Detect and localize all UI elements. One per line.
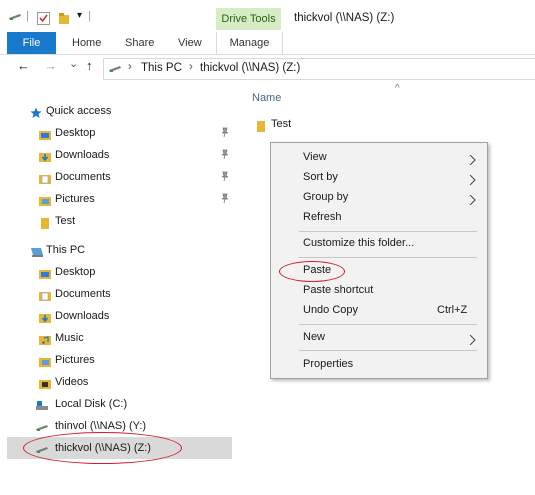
menu-item-label: Customize this folder... (303, 237, 415, 249)
toolbar-separator: | (26, 10, 29, 22)
breadcrumb-thickvol[interactable]: thickvol (\\NAS) (Z:) (200, 62, 300, 74)
pin-icon (220, 171, 230, 182)
menu-item-properties[interactable]: Properties (271, 354, 487, 374)
nav-label: Pictures (55, 354, 95, 366)
desktop-folder-icon (39, 266, 51, 279)
menu-separator (299, 231, 477, 232)
nav-label: Music (55, 332, 84, 344)
ribbon-tabs: File Home Share View Manage (0, 32, 535, 55)
title-bar: | ▾ | Drive Tools thickvol (\\NAS) (Z:) (0, 0, 535, 32)
toolbar-separator-2: | (88, 10, 91, 22)
annotation-circle-paste (279, 261, 345, 282)
star-icon (30, 105, 42, 118)
window-title: thickvol (\\NAS) (Z:) (294, 12, 395, 24)
menu-item-view[interactable]: View (271, 147, 487, 167)
breadcrumb-separator: › (128, 61, 132, 73)
menu-separator (299, 324, 477, 325)
tab-view[interactable]: View (178, 32, 202, 54)
drive-icon (108, 64, 122, 77)
tab-manage[interactable]: Manage (216, 32, 283, 54)
address-row: ← → ⌄ ↑ › This PC › thickvol (\\NAS) (Z:… (0, 56, 535, 82)
sort-ascending-icon[interactable]: ^ (395, 83, 400, 94)
videos-folder-icon (39, 376, 51, 389)
address-bar[interactable]: › This PC › thickvol (\\NAS) (Z:) (103, 58, 535, 80)
menu-item-shortcut: Ctrl+Z (437, 304, 468, 316)
pictures-folder-icon (39, 193, 51, 206)
drive-icon[interactable] (8, 12, 22, 25)
documents-folder-icon (39, 171, 51, 184)
menu-separator (299, 257, 477, 258)
menu-item-customize-folder[interactable]: Customize this folder... (271, 233, 487, 253)
chevron-right-icon (467, 152, 477, 166)
file-name: Test (271, 118, 292, 130)
nav-label: Quick access (46, 105, 112, 117)
menu-item-label: Refresh (303, 211, 342, 223)
nav-label: Documents (55, 171, 111, 183)
chevron-right-icon (467, 332, 477, 346)
menu-item-paste-shortcut[interactable]: Paste shortcut (271, 280, 487, 300)
music-folder-icon (39, 332, 51, 345)
column-header-name[interactable]: Name (252, 92, 281, 104)
menu-item-new[interactable]: New (271, 327, 487, 347)
menu-item-refresh[interactable]: Refresh (271, 207, 487, 227)
nav-label: Desktop (55, 266, 96, 278)
nav-label: Test (55, 215, 76, 227)
pin-icon (220, 127, 230, 138)
tab-file[interactable]: File (7, 32, 56, 54)
back-arrow-icon[interactable]: ← (17, 58, 30, 73)
folder-icon (39, 215, 51, 229)
pin-icon (220, 193, 230, 204)
nav-label: Downloads (55, 310, 110, 322)
customize-toolbar-dropdown-icon[interactable]: ▾ (77, 10, 82, 21)
nav-label: Videos (55, 376, 89, 388)
menu-item-undo-copy[interactable]: Undo Copy Ctrl+Z (271, 300, 487, 320)
chevron-right-icon (467, 192, 477, 206)
breadcrumb-this-pc[interactable]: This PC (141, 62, 182, 74)
menu-item-label: New (303, 331, 326, 343)
local-disk-icon (35, 398, 48, 410)
nav-label: Documents (55, 288, 111, 300)
forward-arrow-icon[interactable]: → (44, 58, 57, 73)
breadcrumb-separator: › (189, 61, 193, 73)
chevron-right-icon (467, 172, 477, 186)
computer-icon (30, 244, 43, 257)
nav-label: This PC (46, 244, 86, 256)
menu-item-label: View (303, 151, 327, 163)
documents-folder-icon (39, 288, 51, 301)
recent-locations-icon[interactable]: ⌄ (69, 57, 78, 70)
folder-icon (255, 118, 267, 132)
drive-tools-context-label: Drive Tools (216, 8, 281, 30)
menu-item-label: Undo Copy (303, 304, 359, 316)
menu-item-label: Paste shortcut (303, 284, 374, 296)
nav-label: Desktop (55, 127, 96, 139)
pictures-folder-icon (39, 354, 51, 367)
properties-check-icon[interactable] (37, 12, 50, 28)
menu-separator (299, 350, 477, 351)
new-folder-icon[interactable] (58, 12, 71, 28)
menu-item-sort-by[interactable]: Sort by (271, 167, 487, 187)
downloads-folder-icon (39, 149, 51, 162)
menu-item-label: Group by (303, 191, 349, 203)
network-drive-icon (35, 420, 48, 432)
pin-icon (220, 149, 230, 160)
menu-item-group-by[interactable]: Group by (271, 187, 487, 207)
menu-item-label: Sort by (303, 171, 338, 183)
annotation-circle-thickvol (23, 432, 182, 464)
nav-label: Downloads (55, 149, 110, 161)
tab-home[interactable]: Home (72, 32, 101, 54)
tab-share[interactable]: Share (125, 32, 154, 54)
up-arrow-icon[interactable]: ↑ (86, 58, 93, 73)
nav-label: Local Disk (C:) (55, 398, 128, 410)
desktop-folder-icon (39, 127, 51, 140)
nav-label: Pictures (55, 193, 95, 205)
downloads-folder-icon (39, 310, 51, 323)
menu-item-label: Properties (303, 358, 354, 370)
